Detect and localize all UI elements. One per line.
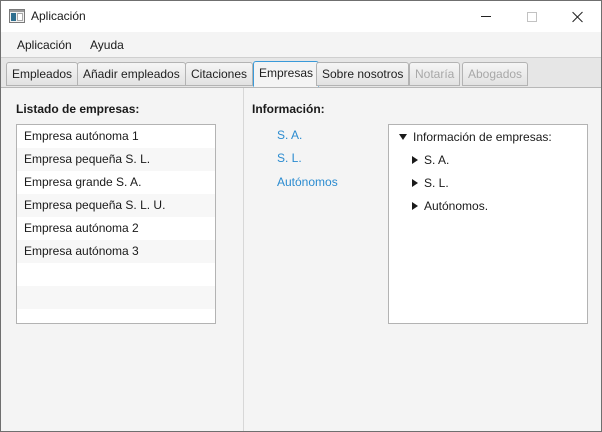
company-info-tree[interactable]: Información de empresas: S. A. S. L. Aut… (388, 124, 588, 324)
link-sa[interactable]: S. A. (277, 128, 302, 142)
close-button[interactable] (555, 1, 601, 32)
tab-sobre-nosotros[interactable]: Sobre nosotros (316, 62, 410, 86)
empty-list-row (17, 286, 215, 309)
tree-root-label: Información de empresas: (413, 130, 552, 144)
companies-list[interactable]: Empresa autónoma 1 Empresa pequeña S. L.… (16, 124, 216, 324)
tab-citaciones[interactable]: Citaciones (185, 62, 254, 86)
tab-empresas[interactable]: Empresas (253, 61, 320, 87)
maximize-button[interactable] (509, 1, 555, 32)
menu-ayuda[interactable]: Ayuda (90, 38, 124, 52)
collapsed-arrow-icon[interactable] (412, 201, 418, 210)
tree-item-label: S. A. (424, 153, 450, 167)
tab-notaria: Notaría (409, 62, 461, 86)
close-icon (572, 11, 584, 23)
app-icon (9, 9, 25, 23)
split-divider[interactable] (243, 88, 244, 431)
tree-item-autonomos[interactable]: Autónomos. (412, 199, 488, 213)
tab-strip: Empleados Añadir empleados Citaciones Em… (1, 58, 601, 88)
companies-heading: Listado de empresas: (16, 102, 140, 116)
link-sl[interactable]: S. L. (277, 151, 302, 165)
tab-content-empresas: Listado de empresas: Empresa autónoma 1 … (1, 88, 601, 431)
list-item[interactable]: Empresa autónoma 3 (17, 240, 215, 263)
tree-root-item[interactable]: Información de empresas: (399, 130, 552, 144)
collapsed-arrow-icon[interactable] (412, 178, 418, 187)
list-item[interactable]: Empresa grande S. A. (17, 171, 215, 194)
list-item[interactable]: Empresa autónoma 2 (17, 217, 215, 240)
maximize-icon (527, 11, 537, 22)
empty-list-row (17, 263, 215, 286)
tree-item-sa[interactable]: S. A. (412, 153, 449, 167)
menu-bar: Aplicación Ayuda (1, 32, 601, 58)
tab-empleados[interactable]: Empleados (6, 62, 79, 86)
empty-list-row (17, 309, 215, 323)
application-window: Aplicación Aplicación Ayuda Empleados Añ… (0, 0, 602, 432)
tab-anadir-empleados[interactable]: Añadir empleados (77, 62, 186, 86)
tree-item-sl[interactable]: S. L. (412, 176, 449, 190)
list-item[interactable]: Empresa pequeña S. L. U. (17, 194, 215, 217)
collapsed-arrow-icon[interactable] (412, 155, 418, 164)
list-item[interactable]: Empresa autónoma 1 (17, 125, 215, 148)
menu-aplicacion[interactable]: Aplicación (17, 38, 72, 52)
tree-item-label: Autónomos. (424, 199, 489, 213)
minimize-button[interactable] (463, 1, 509, 32)
title-bar[interactable]: Aplicación (1, 1, 601, 32)
window-title: Aplicación (31, 9, 86, 23)
info-heading: Información: (252, 102, 325, 116)
tree-item-label: S. L. (424, 176, 449, 190)
tab-abogados: Abogados (462, 62, 529, 86)
minimize-icon (481, 16, 491, 17)
expanded-arrow-icon[interactable] (399, 133, 407, 140)
link-autonomos[interactable]: Autónomos (277, 175, 338, 189)
list-item[interactable]: Empresa pequeña S. L. (17, 148, 215, 171)
